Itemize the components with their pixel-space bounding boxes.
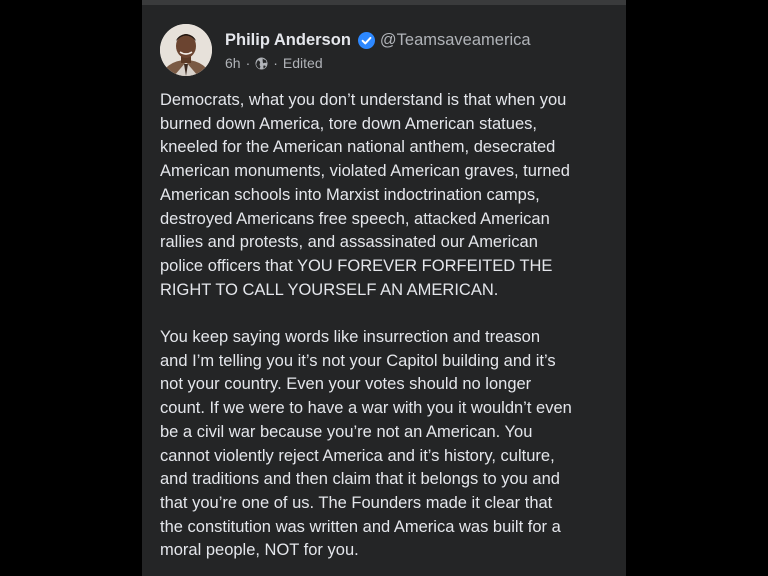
edited-label[interactable]: Edited <box>283 55 323 71</box>
author-row: Philip Anderson @Teamsaveamerica <box>225 30 531 50</box>
screenshot-frame: Philip Anderson @Teamsaveamerica 6h · · … <box>0 0 768 576</box>
verified-badge-icon <box>357 31 375 49</box>
post-paragraph-1: Democrats, what you don’t understand is … <box>160 91 570 299</box>
avatar-photo <box>160 24 212 76</box>
author-avatar[interactable] <box>160 24 212 76</box>
post-meta: 6h · · Edited <box>225 55 531 71</box>
globe-icon[interactable] <box>255 57 268 70</box>
post-timestamp[interactable]: 6h <box>225 55 241 71</box>
post-paragraph-2: You keep saying words like insurrection … <box>160 328 572 560</box>
post-body: Democrats, what you don’t understand is … <box>160 89 622 563</box>
post-header: Philip Anderson @Teamsaveamerica 6h · · … <box>160 24 531 80</box>
header-text: Philip Anderson @Teamsaveamerica 6h · · … <box>225 30 531 71</box>
author-name[interactable]: Philip Anderson <box>225 30 351 50</box>
author-handle[interactable]: @Teamsaveamerica <box>380 30 531 50</box>
top-divider <box>142 0 626 5</box>
meta-separator-2: · <box>273 55 278 71</box>
meta-separator: · <box>245 55 251 71</box>
post-card: Philip Anderson @Teamsaveamerica 6h · · … <box>142 0 626 576</box>
